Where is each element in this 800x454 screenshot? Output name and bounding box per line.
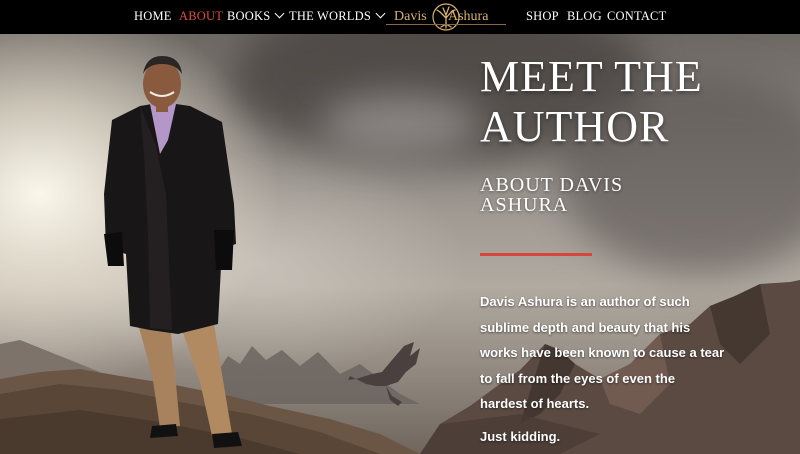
bio-line: works have been known to cause a tear xyxy=(480,345,725,360)
author-bio-joke: Just kidding. xyxy=(480,429,561,444)
logo-word-davis: Davis xyxy=(394,9,427,24)
nav-books-label: BOOKS xyxy=(227,9,271,23)
subtitle-line-1: ABOUT DAVIS xyxy=(480,174,624,196)
accent-divider xyxy=(480,253,592,256)
logo-word-ashura: Ashura xyxy=(448,9,489,24)
nav-books-menu[interactable]: BOOKS xyxy=(227,8,285,24)
bio-line: Davis Ashura is an author of such xyxy=(480,294,690,309)
page-title: MEET THE AUTHOR xyxy=(480,52,703,152)
nav-worlds-label: THE WORLDS xyxy=(289,9,371,23)
site-logo[interactable]: Davis Ashura xyxy=(386,2,506,32)
bio-line: sublime depth and beauty that his xyxy=(480,319,691,335)
chevron-down-icon xyxy=(375,8,386,19)
chevron-down-icon xyxy=(274,8,285,19)
nav-worlds-menu[interactable]: THE WORLDS xyxy=(289,8,386,24)
title-line-2: AUTHOR xyxy=(480,102,670,151)
nav-contact-link[interactable]: CONTACT xyxy=(607,9,666,24)
top-navigation: HOME ABOUT BOOKS THE WORLDS Davis Ashura… xyxy=(0,0,800,34)
subtitle-line-2: ASHURA xyxy=(480,194,569,216)
nav-home-link[interactable]: HOME xyxy=(134,9,172,24)
section-subtitle: ABOUT DAVIS ASHURA xyxy=(480,175,680,215)
author-bio: Davis Ashura is an author of such sublim… xyxy=(480,289,740,417)
bio-line: hardest of hearts. xyxy=(480,396,590,411)
title-line-1: MEET THE xyxy=(480,52,703,101)
logo-underline xyxy=(386,24,506,25)
nav-shop-link[interactable]: SHOP xyxy=(526,9,559,24)
hero-section: MEET THE AUTHOR ABOUT DAVIS ASHURA Davis A… xyxy=(0,34,800,454)
nav-blog-link[interactable]: BLOG xyxy=(567,9,602,24)
bio-line: to fall from the eyes of even the xyxy=(480,370,676,386)
nav-about-link[interactable]: ABOUT xyxy=(179,9,223,24)
